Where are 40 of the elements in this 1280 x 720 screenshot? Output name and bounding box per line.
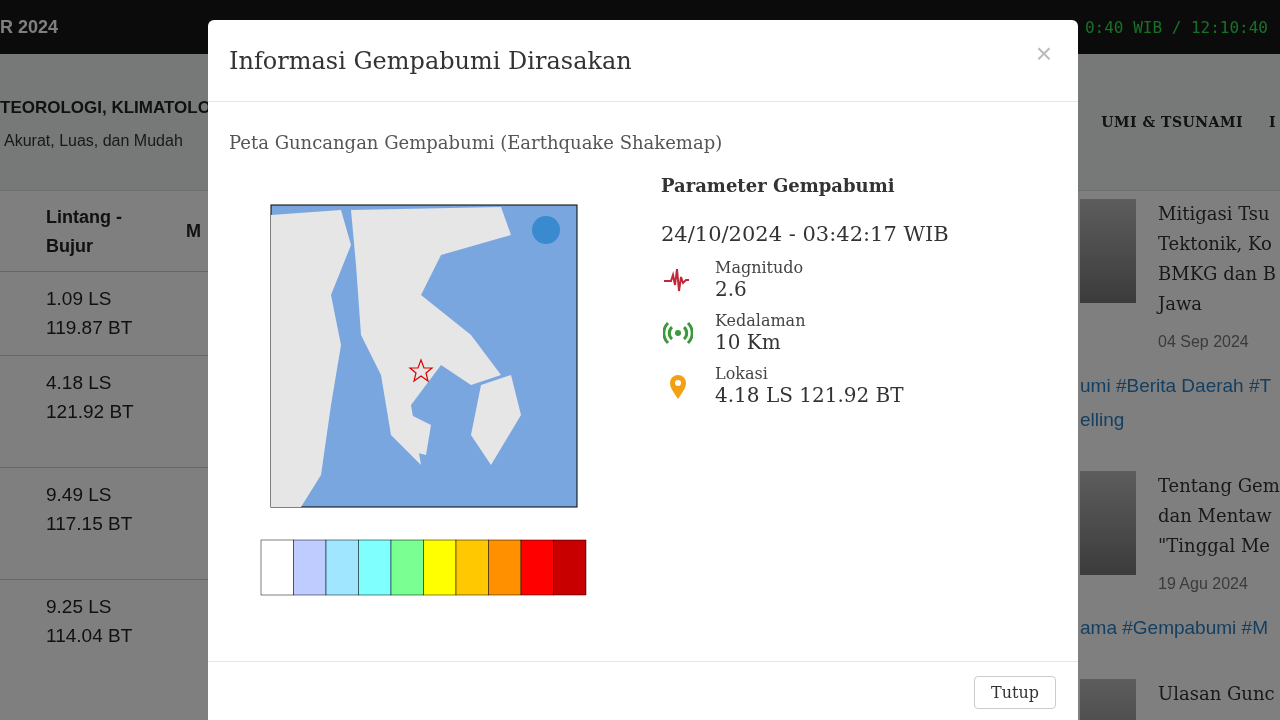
- news-title[interactable]: Mitigasi Tsu: [1158, 199, 1276, 229]
- table-cell-text: 9.49 LS: [46, 483, 113, 507]
- table-cell-text: 4.18 LS: [46, 371, 113, 395]
- column-header: M: [186, 220, 201, 243]
- table-cell-text: 117.15 BT: [46, 512, 134, 536]
- tag-links[interactable]: elling: [1080, 403, 1280, 437]
- nav-link[interactable]: UMI & TSUNAMI: [1101, 114, 1243, 190]
- datetime-text: 24/10/2024 - 03:42:17 WIB: [661, 222, 949, 246]
- news-title[interactable]: BMKG dan B: [1158, 259, 1276, 289]
- date-text: R 2024: [0, 16, 59, 38]
- table-cell-text: 1.09 LS: [46, 287, 113, 311]
- parameter-value: 10 Km: [715, 330, 782, 354]
- parameter-label: Magnitudo: [715, 258, 804, 277]
- news-title[interactable]: Ulasan Gunc: [1158, 679, 1275, 709]
- table-cell-text: 121.92 BT: [46, 400, 135, 424]
- column-header: Lintang - Bujur: [46, 206, 123, 258]
- news-date: 19 Agu 2024: [1158, 575, 1249, 593]
- news-date: 04 Sep 2024: [1158, 333, 1250, 351]
- section-title: Peta Guncangan Gempabumi (Earthquake Shakemap): [229, 132, 723, 153]
- site-title: TEOROLOGI, KLIMATOLO: [0, 98, 211, 118]
- news-title[interactable]: "Tinggal Me: [1158, 531, 1280, 561]
- news-title[interactable]: Jawa: [1158, 289, 1276, 319]
- parameter-label: Lokasi: [715, 364, 769, 383]
- tag-links[interactable]: ama #Gempabumi #M: [1080, 611, 1280, 645]
- table-cell-text: 114.04 BT: [46, 624, 134, 648]
- site-tagline: Akurat, Luas, dan Mudah: [3, 132, 184, 150]
- clock-text: 0:40 WIB / 12:10:40: [1084, 17, 1268, 37]
- tag-links[interactable]: umi #Berita Daerah #T: [1080, 369, 1280, 403]
- parameters-heading: Parameter Gempabumi: [661, 175, 896, 196]
- table-cell-text: 9.25 LS: [46, 595, 113, 619]
- news-title[interactable]: Tektonik, Ko: [1158, 229, 1276, 259]
- news-title[interactable]: Tentang Gem: [1158, 471, 1280, 501]
- close-button[interactable]: Tutup: [974, 676, 1056, 709]
- parameter-value: 4.18 LS 121.92 BT: [715, 383, 904, 407]
- news-title[interactable]: dan Mentaw: [1158, 501, 1280, 531]
- parameter-value: 2.6: [715, 277, 748, 301]
- nav-link[interactable]: I: [1268, 114, 1276, 190]
- parameter-label: Kedalaman: [715, 311, 806, 330]
- table-cell-text: 119.87 BT: [46, 316, 134, 340]
- dialog-title: Informasi Gempabumi Dirasakan: [229, 46, 632, 75]
